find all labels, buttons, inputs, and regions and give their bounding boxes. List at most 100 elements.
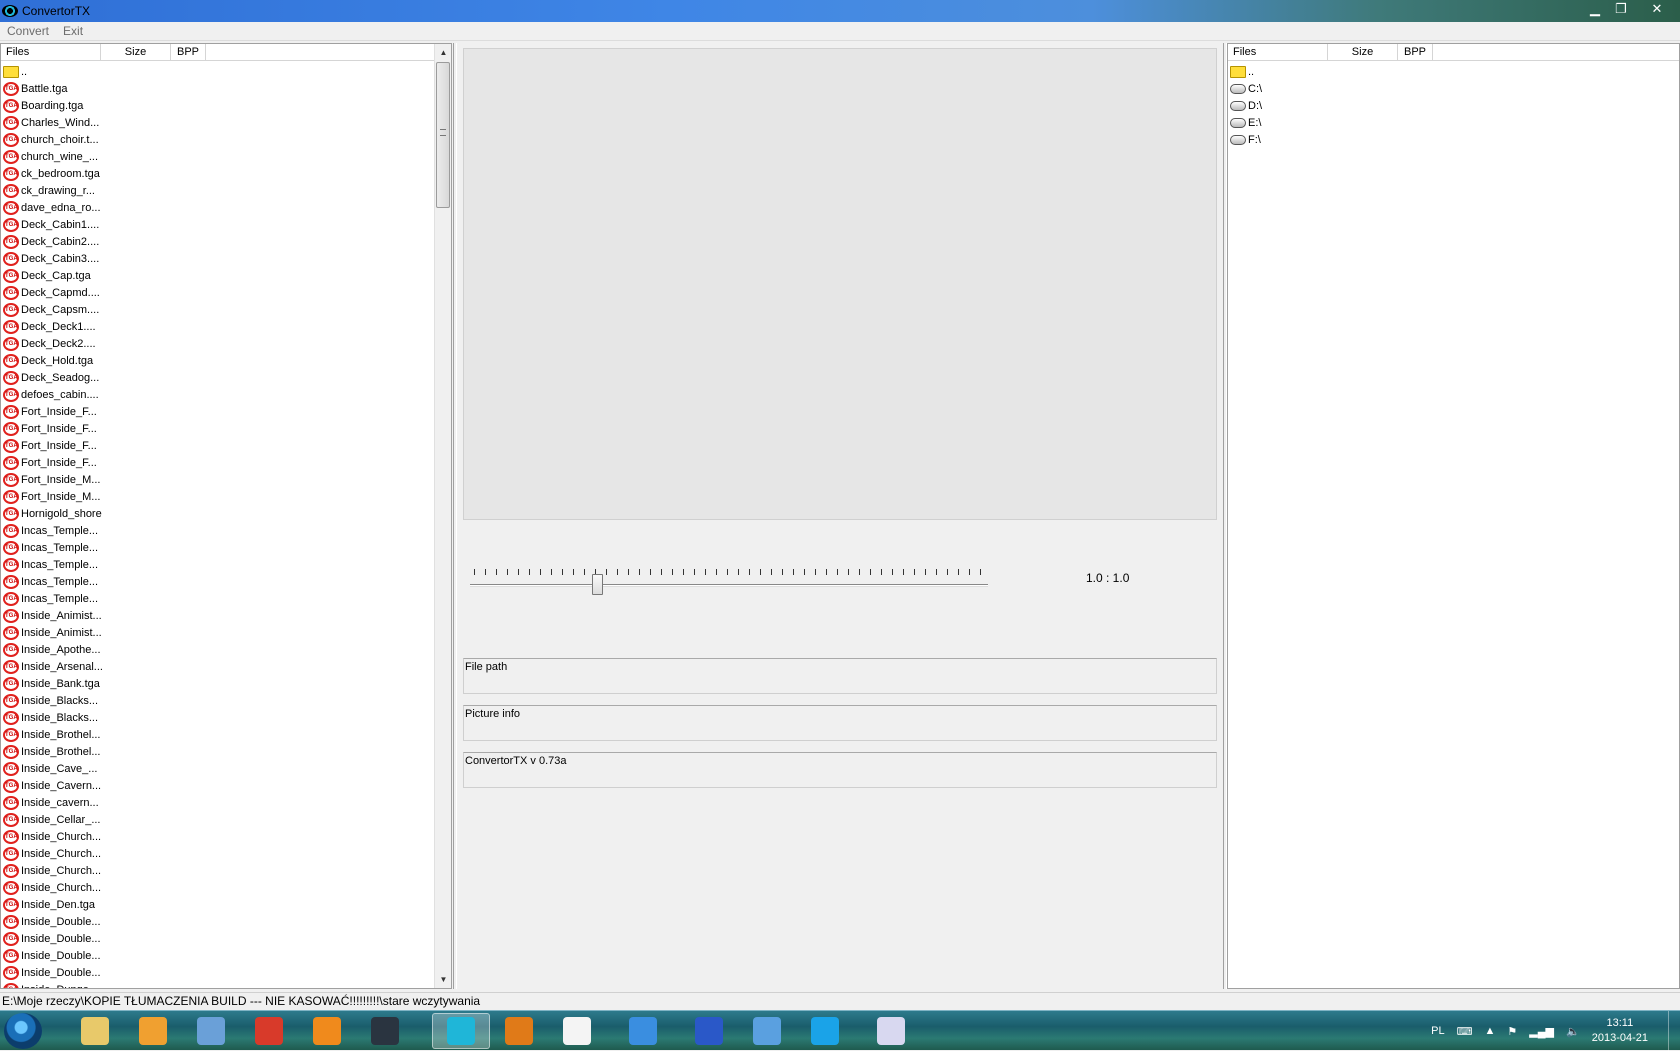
list-item[interactable]: D:\ [1230, 97, 1661, 114]
slider-thumb[interactable] [592, 574, 604, 595]
list-item[interactable]: TGA Inside_Animist... [3, 607, 433, 624]
list-item[interactable]: TGA Fort_Inside_M... [3, 471, 433, 488]
list-item[interactable]: TGA Inside_Church... [3, 879, 433, 896]
list-item[interactable]: TGA church_choir.t... [3, 131, 433, 148]
scroll-thumb[interactable] [436, 62, 450, 208]
right-file-list[interactable]: Files Size BPP .. C:\ D:\ E:\ F:\ [1227, 43, 1680, 989]
taskbar-button[interactable] [182, 1013, 240, 1049]
slider-track[interactable] [470, 584, 988, 587]
column-size[interactable]: Size [1328, 44, 1398, 61]
list-item[interactable]: TGA Incas_Temple... [3, 573, 433, 590]
left-scrollbar[interactable]: ▲ ▼ [434, 44, 451, 988]
list-item[interactable]: TGA Inside_Brothel... [3, 726, 433, 743]
list-item[interactable]: TGA Deck_Cabin2.... [3, 233, 433, 250]
list-item[interactable]: TGA Inside_Double... [3, 913, 433, 930]
taskbar-button[interactable] [240, 1013, 298, 1049]
list-item[interactable]: TGA Battle.tga [3, 80, 433, 97]
list-item[interactable]: TGA Inside_cavern... [3, 794, 433, 811]
show-desktop-button[interactable] [1668, 1011, 1680, 1051]
column-size[interactable]: Size [101, 44, 171, 61]
taskbar-button[interactable] [548, 1013, 606, 1049]
scroll-up-arrow-icon[interactable]: ▲ [435, 44, 452, 61]
list-item[interactable]: TGA Inside_Church... [3, 828, 433, 845]
list-item[interactable]: .. [1230, 63, 1661, 80]
list-item[interactable]: TGA Incas_Temple... [3, 556, 433, 573]
list-item[interactable]: TGA defoes_cabin.... [3, 386, 433, 403]
taskbar-button[interactable] [796, 1013, 854, 1049]
taskbar-button[interactable] [614, 1013, 672, 1049]
list-item[interactable]: TGA Deck_Cabin3.... [3, 250, 433, 267]
volume-icon[interactable]: 🔈 [1566, 1025, 1580, 1038]
list-item[interactable]: E:\ [1230, 114, 1661, 131]
list-item[interactable]: TGA Inside_Den.tga [3, 896, 433, 913]
list-item[interactable]: TGA Inside_Church... [3, 862, 433, 879]
list-item[interactable]: TGA Fort_Inside_M... [3, 488, 433, 505]
list-item[interactable]: TGA Inside_Double... [3, 930, 433, 947]
language-indicator[interactable]: PL [1431, 1025, 1444, 1037]
left-file-list[interactable]: Files Size BPP .. TGA Battle.tga TGA Boardin… [0, 43, 452, 989]
column-bpp[interactable]: BPP [1398, 44, 1433, 61]
list-item[interactable]: TGA dave_edna_ro... [3, 199, 433, 216]
list-item[interactable]: TGA Inside_Cave_... [3, 760, 433, 777]
list-item[interactable]: TGA Inside_Double... [3, 947, 433, 964]
list-item[interactable]: TGA Deck_Deck1.... [3, 318, 433, 335]
list-item[interactable]: TGA Inside_Brothel... [3, 743, 433, 760]
column-files[interactable]: Files [1228, 44, 1328, 61]
list-item[interactable]: TGA Incas_Temple... [3, 522, 433, 539]
keyboard-icon[interactable]: ⌨ [1457, 1025, 1473, 1038]
list-item[interactable]: TGA Deck_Hold.tga [3, 352, 433, 369]
list-item[interactable]: TGA Inside_Bank.tga [3, 675, 433, 692]
close-button[interactable]: ✕ [1634, 0, 1680, 18]
list-item[interactable]: TGA Fort_Inside_F... [3, 454, 433, 471]
menu-exit[interactable]: Exit [56, 24, 90, 38]
left-splitter[interactable] [453, 43, 457, 989]
minimize-button[interactable]: ▁ [1582, 0, 1608, 18]
taskbar-button[interactable] [356, 1013, 414, 1049]
list-item[interactable]: TGA Inside_Church... [3, 845, 433, 862]
list-item[interactable]: TGA Fort_Inside_F... [3, 403, 433, 420]
clock[interactable]: 13:11 2013-04-21 [1592, 1016, 1648, 1046]
list-item[interactable]: TGA Inside_Blacks... [3, 709, 433, 726]
taskbar-button[interactable] [124, 1013, 182, 1049]
list-item[interactable]: TGA Deck_Capmd.... [3, 284, 433, 301]
taskbar-button[interactable] [298, 1013, 356, 1049]
list-item[interactable]: TGAInside_Dunge... [3, 981, 433, 988]
list-item[interactable]: TGA Boarding.tga [3, 97, 433, 114]
list-item[interactable]: TGA Fort_Inside_F... [3, 420, 433, 437]
list-item[interactable]: TGA ck_bedroom.tga [3, 165, 433, 182]
list-item[interactable]: TGA Inside_Arsenal... [3, 658, 433, 675]
start-button[interactable] [4, 1013, 42, 1049]
list-item[interactable]: TGA Inside_Cavern... [3, 777, 433, 794]
list-item[interactable]: TGA Inside_Cellar_... [3, 811, 433, 828]
column-files[interactable]: Files [1, 44, 101, 61]
list-item[interactable]: TGA Incas_Temple... [3, 590, 433, 607]
list-item[interactable]: TGA Deck_Capsm.... [3, 301, 433, 318]
list-item[interactable]: TGA Inside_Animist... [3, 624, 433, 641]
scroll-down-arrow-icon[interactable]: ▼ [435, 971, 452, 988]
list-item[interactable]: TGA Deck_Seadog... [3, 369, 433, 386]
list-item[interactable]: TGA Hornigold_shore [3, 505, 433, 522]
restore-button[interactable]: ❐ [1608, 0, 1634, 18]
taskbar-button[interactable] [66, 1013, 124, 1049]
list-item[interactable]: C:\ [1230, 80, 1661, 97]
taskbar-button[interactable] [862, 1013, 920, 1049]
taskbar-button[interactable] [490, 1013, 548, 1049]
list-item[interactable]: TGA Incas_Temple... [3, 539, 433, 556]
list-item[interactable]: F:\ [1230, 131, 1661, 148]
list-item[interactable]: TGA Charles_Wind... [3, 114, 433, 131]
list-item[interactable]: TGA Inside_Apothe... [3, 641, 433, 658]
list-item[interactable]: TGA ck_drawing_r... [3, 182, 433, 199]
column-bpp[interactable]: BPP [171, 44, 206, 61]
zoom-slider[interactable] [470, 565, 990, 595]
list-item[interactable]: TGA Inside_Double... [3, 964, 433, 981]
menu-convert[interactable]: Convert [0, 24, 56, 38]
list-item[interactable]: TGA church_wine_... [3, 148, 433, 165]
list-item[interactable]: TGA Deck_Cap.tga [3, 267, 433, 284]
list-item[interactable]: TGA Inside_Blacks... [3, 692, 433, 709]
taskbar-button[interactable] [432, 1013, 490, 1049]
list-item[interactable]: TGA Fort_Inside_F... [3, 437, 433, 454]
show-hidden-icons-icon[interactable]: ▲ [1485, 1025, 1496, 1037]
list-item[interactable]: TGA Deck_Deck2.... [3, 335, 433, 352]
action-center-flag-icon[interactable]: ⚑ [1507, 1025, 1517, 1038]
list-item[interactable]: TGA Deck_Cabin1.... [3, 216, 433, 233]
